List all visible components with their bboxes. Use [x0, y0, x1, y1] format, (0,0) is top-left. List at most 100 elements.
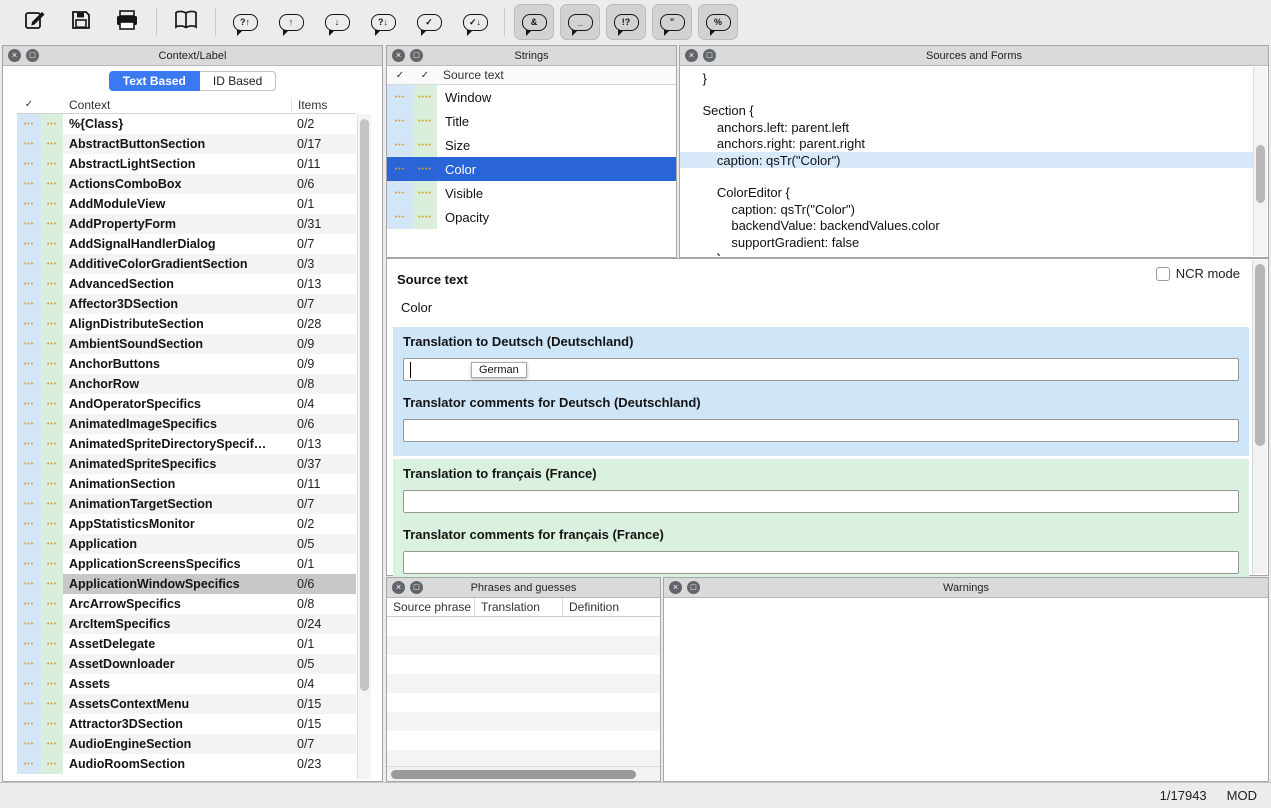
context-row[interactable]: ••• ••• ActionsComboBox 0/6: [17, 174, 356, 194]
phrases-horizontal-scrollbar[interactable]: [387, 766, 660, 781]
context-row[interactable]: ••• ••• AddSignalHandlerDialog 0/7: [17, 234, 356, 254]
string-row[interactable]: ••• •••• Window: [387, 85, 676, 109]
phrases-scrollbar-thumb[interactable]: [391, 770, 636, 779]
context-column-header[interactable]: Context: [63, 98, 291, 112]
translation-column-header[interactable]: Translation: [475, 598, 563, 616]
context-row[interactable]: ••• ••• AssetsContextMenu 0/15: [17, 694, 356, 714]
string-row[interactable]: ••• •••• Visible: [387, 181, 676, 205]
context-row[interactable]: ••• ••• AnimatedSpriteSpecifics 0/37: [17, 454, 356, 474]
float-panel-icon[interactable]: □: [410, 49, 423, 62]
context-row[interactable]: ••• ••• ApplicationScreensSpecifics 0/1: [17, 554, 356, 574]
next-unfinished-button[interactable]: ?↓: [363, 4, 403, 40]
string-row[interactable]: ••• •••• Size: [387, 133, 676, 157]
close-panel-icon[interactable]: ×: [685, 49, 698, 62]
context-row[interactable]: ••• ••• ArcArrowSpecifics 0/8: [17, 594, 356, 614]
context-name: AmbientSoundSection: [63, 337, 291, 351]
context-row[interactable]: ••• ••• AnchorRow 0/8: [17, 374, 356, 394]
context-row[interactable]: ••• ••• Application 0/5: [17, 534, 356, 554]
context-row[interactable]: ••• ••• AbstractButtonSection 0/17: [17, 134, 356, 154]
phrase-book-button[interactable]: [166, 4, 206, 40]
context-row[interactable]: ••• ••• AmbientSoundSection 0/9: [17, 334, 356, 354]
toggle-phrase-matches-button[interactable]: ”: [652, 4, 692, 40]
editor-scrollbar[interactable]: [1252, 260, 1267, 574]
float-panel-icon[interactable]: □: [703, 49, 716, 62]
toggle-ending-punctuation-button[interactable]: !?: [606, 4, 646, 40]
context-row[interactable]: ••• ••• AddPropertyForm 0/31: [17, 214, 356, 234]
tab-id-based[interactable]: ID Based: [200, 71, 276, 91]
obsolete-marker: •••: [387, 85, 413, 109]
context-row[interactable]: ••• ••• Assets 0/4: [17, 674, 356, 694]
context-row[interactable]: ••• ••• AddModuleView 0/1: [17, 194, 356, 214]
done-and-next-icon: ✓: [417, 14, 442, 31]
context-items-count: 0/8: [291, 377, 356, 391]
context-row[interactable]: ••• ••• AlignDistributeSection 0/28: [17, 314, 356, 334]
context-row[interactable]: ••• ••• ArcItemSpecifics 0/24: [17, 614, 356, 634]
warnings-panel: × □ Warnings: [663, 577, 1269, 782]
context-scrollbar-thumb[interactable]: [360, 119, 369, 691]
context-row[interactable]: ••• ••• AdditiveColorGradientSection 0/3: [17, 254, 356, 274]
toggle-place-markers-button[interactable]: %: [698, 4, 738, 40]
print-button[interactable]: [107, 4, 147, 40]
context-row[interactable]: ••• ••• AnchorButtons 0/9: [17, 354, 356, 374]
context-row[interactable]: ••• ••• Attractor3DSection 0/15: [17, 714, 356, 734]
source-text-column-header[interactable]: Source text: [437, 68, 504, 82]
german-comments-input[interactable]: [403, 419, 1239, 442]
context-row[interactable]: ••• ••• AppStatisticsMonitor 0/2: [17, 514, 356, 534]
french-comments-input[interactable]: [403, 551, 1239, 574]
copy-from-source-button[interactable]: ✓↓: [455, 4, 495, 40]
context-name: AdditiveColorGradientSection: [63, 257, 291, 271]
close-panel-icon[interactable]: ×: [392, 49, 405, 62]
context-row[interactable]: ••• ••• AnimationSection 0/11: [17, 474, 356, 494]
context-row[interactable]: ••• ••• AssetDelegate 0/1: [17, 634, 356, 654]
definition-column-header[interactable]: Definition: [563, 598, 660, 616]
french-translation-input[interactable]: [403, 490, 1239, 513]
close-panel-icon[interactable]: ×: [392, 581, 405, 594]
context-row[interactable]: ••• ••• %{Class} 0/2: [17, 114, 356, 134]
float-panel-icon[interactable]: □: [410, 581, 423, 594]
context-row[interactable]: ••• ••• AnimatedSpriteDirectorySpecif… 0…: [17, 434, 356, 454]
ncr-mode-checkbox[interactable]: [1156, 267, 1170, 281]
context-row[interactable]: ••• ••• AndOperatorSpecifics 0/4: [17, 394, 356, 414]
open-button[interactable]: [15, 4, 55, 40]
ncr-mode-control[interactable]: NCR mode: [1156, 266, 1240, 281]
context-row[interactable]: ••• ••• AssetDownloader 0/5: [17, 654, 356, 674]
french-translation-label: Translation to français (France): [403, 466, 1239, 481]
context-row[interactable]: ••• ••• AudioEngineSection 0/7: [17, 734, 356, 754]
obsolete-marker: •••: [17, 414, 41, 434]
context-panel-title: Context/Label: [3, 50, 382, 62]
toggle-accelerators-button[interactable]: &: [514, 4, 554, 40]
context-row[interactable]: ••• ••• AnimationTargetSection 0/7: [17, 494, 356, 514]
items-column-header[interactable]: Items: [291, 98, 356, 112]
string-row[interactable]: ••• •••• Opacity: [387, 205, 676, 229]
done-and-next-button[interactable]: ✓: [409, 4, 449, 40]
context-row[interactable]: ••• ••• AbstractLightSection 0/11: [17, 154, 356, 174]
string-row[interactable]: ••• •••• Title: [387, 109, 676, 133]
obsolete-marker: •••: [17, 734, 41, 754]
context-scrollbar[interactable]: [357, 114, 371, 779]
close-panel-icon[interactable]: ×: [669, 581, 682, 594]
context-name: AnimatedImageSpecifics: [63, 417, 291, 431]
sources-scrollbar-thumb[interactable]: [1256, 145, 1265, 203]
prev-unfinished-button[interactable]: ?↑: [225, 4, 265, 40]
toggle-whitespace-button[interactable]: _: [560, 4, 600, 40]
string-row[interactable]: ••• •••• Color: [387, 157, 676, 181]
status-marker: •••: [41, 154, 63, 174]
context-row[interactable]: ••• ••• Affector3DSection 0/7: [17, 294, 356, 314]
context-row[interactable]: ••• ••• AdvancedSection 0/13: [17, 274, 356, 294]
context-row[interactable]: ••• ••• AudioRoomSection 0/23: [17, 754, 356, 774]
next-button[interactable]: ↓: [317, 4, 357, 40]
editor-scrollbar-thumb[interactable]: [1255, 264, 1265, 446]
context-row[interactable]: ••• ••• AnimatedImageSpecifics 0/6: [17, 414, 356, 434]
source-phrase-column-header[interactable]: Source phrase: [387, 598, 475, 616]
close-panel-icon[interactable]: ×: [8, 49, 21, 62]
save-button[interactable]: [61, 4, 101, 40]
phrase-matches-icon: ”: [660, 14, 685, 31]
context-row[interactable]: ••• ••• ApplicationWindowSpecifics 0/6: [17, 574, 356, 594]
prev-button[interactable]: ↑: [271, 4, 311, 40]
status-marker: •••: [41, 654, 63, 674]
float-panel-icon[interactable]: □: [26, 49, 39, 62]
float-panel-icon[interactable]: □: [687, 581, 700, 594]
sources-scrollbar[interactable]: [1253, 67, 1267, 256]
german-translation-input[interactable]: [403, 358, 1239, 381]
tab-text-based[interactable]: Text Based: [109, 71, 200, 91]
